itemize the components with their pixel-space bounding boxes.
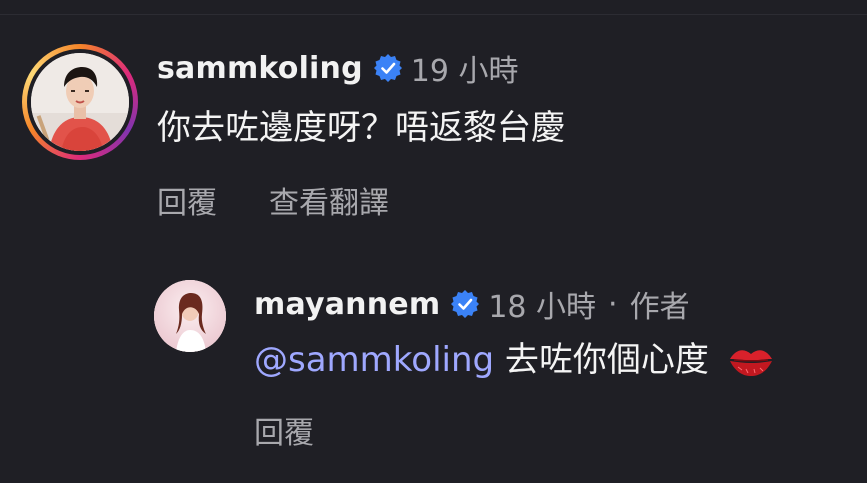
comment-actions: 回覆 — [254, 408, 366, 452]
comment-text: 你去咗邊度呀？唔返黎台慶 — [157, 108, 565, 148]
author-label: 作者 — [629, 290, 690, 325]
comment: sammkoling 19 小時 你去咗邊度呀？唔返黎台慶 回覆 查看翻譯 — [22, 44, 862, 234]
comment-header: sammkoling 19 小時 — [157, 46, 519, 90]
timestamp: 18 小時 — [488, 290, 597, 325]
reply-button[interactable]: 回覆 — [254, 408, 314, 452]
username[interactable]: mayannem — [254, 287, 440, 322]
comment-text: @sammkoling 去咗你個心度 — [254, 338, 774, 382]
top-divider — [0, 14, 867, 15]
reply-button[interactable]: 回覆 — [157, 178, 217, 222]
reply-comment: mayannem 18 小時 · 作者 @sammkoling 去咗你個心度 回… — [154, 280, 859, 460]
mention-link[interactable]: @sammkoling — [254, 340, 494, 380]
username[interactable]: sammkoling — [157, 51, 363, 86]
kiss-mark-icon — [728, 345, 774, 379]
verified-badge-icon — [373, 53, 403, 83]
verified-badge-icon — [450, 289, 480, 319]
comment-header: mayannem 18 小時 · 作者 — [254, 282, 690, 326]
comment-actions: 回覆 查看翻譯 — [157, 178, 441, 222]
avatar[interactable] — [22, 44, 138, 160]
avatar[interactable] — [154, 280, 226, 352]
comment-text-body: 去咗你個心度 — [504, 340, 709, 380]
avatar-photo — [31, 53, 129, 151]
separator: · — [608, 286, 618, 322]
see-translation-button[interactable]: 查看翻譯 — [269, 178, 389, 222]
timestamp: 19 小時 — [410, 54, 519, 89]
